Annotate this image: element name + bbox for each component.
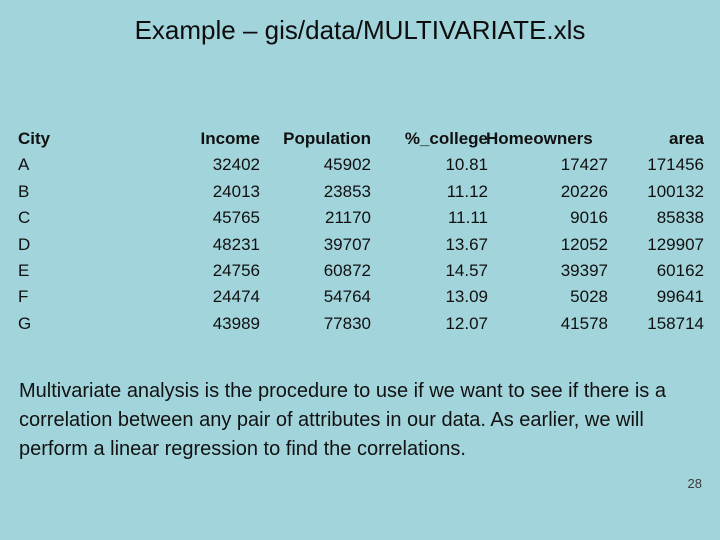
cell-homeowners: 12052	[560, 234, 608, 254]
body-paragraph: Multivariate analysis is the procedure t…	[19, 380, 666, 460]
column-header-population: Population	[283, 129, 371, 148]
page-title: Example – gis/data/MULTIVARIATE.xls	[134, 15, 586, 45]
cell-pct-college: 13.09	[445, 287, 488, 307]
cell-homeowners: 9016	[570, 208, 608, 228]
column-header-homeowners: Homeowners	[486, 126, 608, 152]
cell-city: B	[18, 181, 30, 201]
cell-population: 60872	[323, 261, 371, 281]
table-header-row: City Income Population %_college Homeown…	[18, 126, 704, 152]
cell-income: 32402	[212, 155, 260, 175]
cell-population: 21170	[324, 208, 371, 228]
cell-population: 54764	[323, 287, 371, 307]
cell-income: 24474	[212, 287, 260, 307]
cell-population: 39707	[323, 234, 371, 254]
cell-homeowners: 5028	[570, 287, 608, 307]
cell-city: F	[18, 287, 29, 307]
cell-income: 43989	[212, 313, 260, 333]
cell-pct-college: 11.12	[446, 181, 488, 201]
cell-population: 45902	[323, 155, 371, 175]
column-header-pct-college: %_college	[404, 129, 488, 148]
cell-homeowners: 39397	[560, 261, 608, 281]
cell-area: 129907	[647, 234, 704, 254]
cell-area: 100132	[647, 181, 704, 201]
cell-area: 99641	[656, 287, 704, 307]
cell-homeowners: 41578	[560, 313, 608, 333]
column-header-area: area	[669, 129, 704, 148]
cell-area: 158714	[647, 313, 704, 333]
cell-population: 77830	[323, 313, 371, 333]
table-body: A 32402 45902 10.81 17427 171456 B 24013…	[18, 152, 704, 337]
table-row: G 43989 77830 12.07 41578 158714	[18, 311, 704, 337]
cell-city: D	[18, 234, 31, 254]
cell-area: 60162	[656, 261, 704, 281]
cell-area: 171456	[647, 155, 704, 175]
page-number: 28	[687, 476, 702, 491]
column-header-city: City	[18, 129, 51, 148]
cell-area: 85838	[656, 208, 704, 228]
cell-city: G	[18, 313, 32, 333]
cell-homeowners: 20226	[560, 181, 608, 201]
cell-pct-college: 13.67	[445, 234, 488, 254]
cell-income: 24013	[212, 181, 260, 201]
cell-city: A	[18, 155, 30, 175]
multivariate-data-table: City Income Population %_college Homeown…	[18, 126, 704, 337]
column-header-homeowners-label: Homeowners	[486, 129, 593, 148]
cell-income: 24756	[212, 261, 260, 281]
cell-city: E	[18, 261, 30, 281]
table-row: A 32402 45902 10.81 17427 171456	[18, 152, 704, 178]
table-header: City Income Population %_college Homeown…	[18, 126, 704, 152]
cell-homeowners: 17427	[560, 155, 608, 175]
cell-population: 23853	[323, 181, 371, 201]
cell-pct-college: 10.81	[445, 155, 488, 175]
table-row: C 45765 21170 11.11 9016 85838	[18, 205, 704, 231]
column-header-income: Income	[200, 129, 260, 148]
table-row: F 24474 54764 13.09 5028 99641	[18, 284, 704, 310]
cell-pct-college: 12.07	[445, 313, 488, 333]
table-row: B 24013 23853 11.12 20226 100132	[18, 179, 704, 205]
cell-income: 48231	[212, 234, 260, 254]
table-row: D 48231 39707 13.67 12052 129907	[18, 232, 704, 258]
table-row: E 24756 60872 14.57 39397 60162	[18, 258, 704, 284]
cell-income: 45765	[212, 208, 260, 228]
cell-pct-college: 11.11	[447, 208, 488, 228]
cell-city: C	[18, 208, 31, 228]
cell-pct-college: 14.57	[445, 261, 488, 281]
slide: Example – gis/data/MULTIVARIATE.xls City…	[0, 0, 720, 540]
